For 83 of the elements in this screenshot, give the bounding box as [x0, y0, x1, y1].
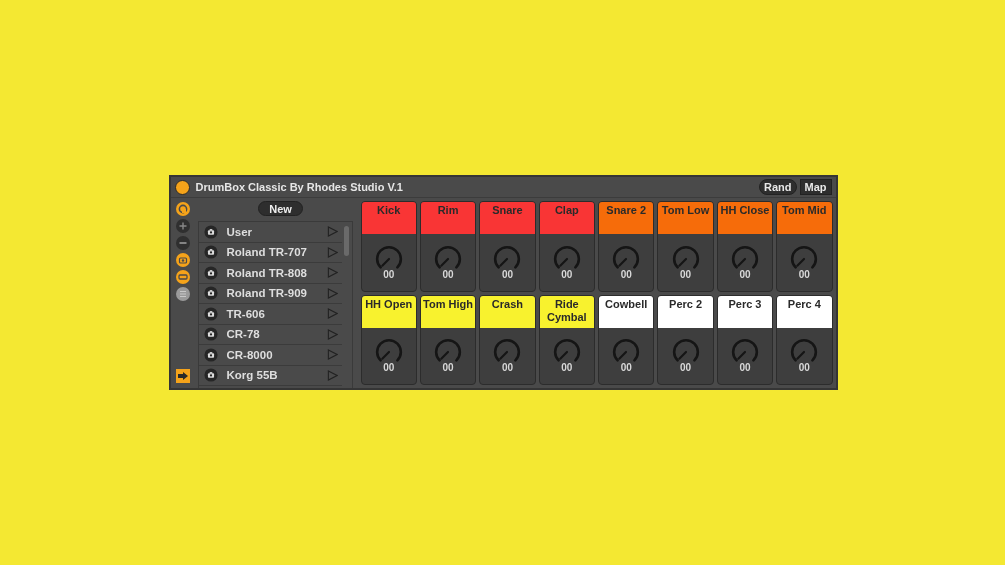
preset-name: Roland TR-707	[226, 246, 308, 259]
drum-pad[interactable]: Perc 3 00	[716, 294, 774, 385]
list-icon[interactable]	[175, 287, 190, 301]
pad-label: Tom High	[423, 297, 473, 311]
drum-pad[interactable]: Ride Cymbal 00	[538, 294, 595, 385]
pad-value: 00	[739, 362, 751, 374]
camera-icon[interactable]	[203, 265, 218, 280]
pad-label: Snare	[492, 204, 523, 217]
preset-name: CR-8000	[226, 348, 274, 361]
camera-icon[interactable]	[203, 245, 218, 260]
preset-name: TR-606	[226, 307, 266, 320]
preset-item[interactable]: Roland TR-909	[198, 283, 342, 304]
pad-value: 00	[383, 362, 395, 374]
drum-pad[interactable]: Snare 00	[479, 201, 536, 292]
camera-icon[interactable]	[203, 224, 218, 239]
preset-item[interactable]: CR-78	[198, 324, 342, 345]
preset-name: CR-78	[226, 328, 261, 341]
camera-icon[interactable]	[203, 327, 218, 342]
pad-value: 00	[620, 362, 632, 374]
pad-label: HH Close	[720, 204, 770, 217]
pad-label: Perc 4	[787, 297, 821, 311]
drum-pad[interactable]: Rim 00	[419, 201, 477, 292]
pad-label: HH Open	[365, 297, 413, 311]
pad-label: Clap	[554, 204, 579, 217]
preset-item[interactable]: User	[198, 222, 342, 243]
pad-value: 00	[680, 362, 692, 374]
drum-pad[interactable]: Tom Mid 00	[776, 201, 833, 292]
pad-value: 00	[383, 268, 395, 280]
camera-icon[interactable]	[203, 368, 218, 383]
pad-value: 00	[620, 268, 632, 280]
camera-icon[interactable]	[203, 306, 218, 321]
preset-item[interactable]: TR-606	[198, 304, 342, 325]
drum-pad[interactable]: Kick 00	[360, 201, 417, 292]
drum-pad[interactable]: Perc 4 00	[776, 294, 833, 385]
drum-pad[interactable]: Tom High 00	[419, 294, 477, 385]
camera-icon[interactable]	[203, 347, 218, 362]
plus-icon[interactable]	[175, 219, 190, 233]
minus-icon[interactable]	[175, 236, 190, 250]
export-icon[interactable]	[175, 369, 190, 383]
pad-label: Kick	[377, 204, 401, 217]
drum-pad[interactable]: HH Close 00	[716, 201, 774, 292]
drum-pad[interactable]: Tom Low 00	[657, 201, 714, 292]
drum-pad[interactable]: Crash 00	[479, 294, 536, 385]
pad-label: Perc 2	[669, 297, 703, 311]
pad-label: Cowbell	[605, 297, 648, 311]
header-button[interactable]: Map	[799, 179, 832, 195]
header-button[interactable]: Rand	[759, 179, 797, 195]
pad-value: 00	[798, 362, 810, 374]
pad-value: 00	[442, 268, 454, 280]
preset-name: User	[226, 225, 254, 238]
pad-value: 00	[442, 362, 454, 374]
preset-item[interactable]: CR-8000	[198, 345, 342, 366]
drum-pad[interactable]: Cowbell 00	[598, 294, 655, 385]
pad-label: Rim	[437, 204, 459, 217]
drum-pad[interactable]: Clap 00	[538, 201, 595, 292]
preset-name: Roland TR-808	[226, 266, 308, 279]
new-button[interactable]: New	[258, 201, 303, 216]
pad-value: 00	[501, 362, 513, 374]
drum-pad[interactable]: Perc 2 00	[657, 294, 714, 385]
pad-value: 00	[561, 268, 573, 280]
pad-value: 00	[798, 268, 810, 280]
pad-label: Perc 3	[728, 297, 762, 311]
preset-name: Roland TR-909	[226, 287, 308, 300]
preset-name: Korg 55B	[226, 369, 279, 382]
pad-label: Ride Cymbal	[545, 297, 588, 324]
camera-icon[interactable]	[203, 286, 218, 301]
pad-label: Tom Mid	[782, 204, 827, 217]
bar-icon[interactable]	[175, 270, 190, 284]
preset-item[interactable]: Korg 55B	[198, 365, 342, 386]
pad-value: 00	[739, 268, 751, 280]
pad-label: Tom Low	[661, 204, 710, 217]
drum-pad[interactable]: Snare 2 00	[598, 201, 655, 292]
pad-label: Crash	[491, 297, 524, 311]
device-title: DrumBox Classic By Rhodes Studio V.1	[195, 181, 404, 193]
device-on-icon[interactable]	[174, 179, 190, 195]
scroll-thumb[interactable]	[344, 226, 349, 256]
preset-item[interactable]: Roland TR-808	[198, 263, 342, 284]
pad-value: 00	[561, 362, 573, 374]
drum-pad[interactable]: HH Open 00	[360, 294, 417, 385]
pad-label: Snare 2	[606, 204, 647, 217]
pad-value: 00	[680, 268, 692, 280]
pad-value: 00	[501, 268, 513, 280]
preset-item[interactable]: Roland TR-707	[198, 242, 342, 263]
